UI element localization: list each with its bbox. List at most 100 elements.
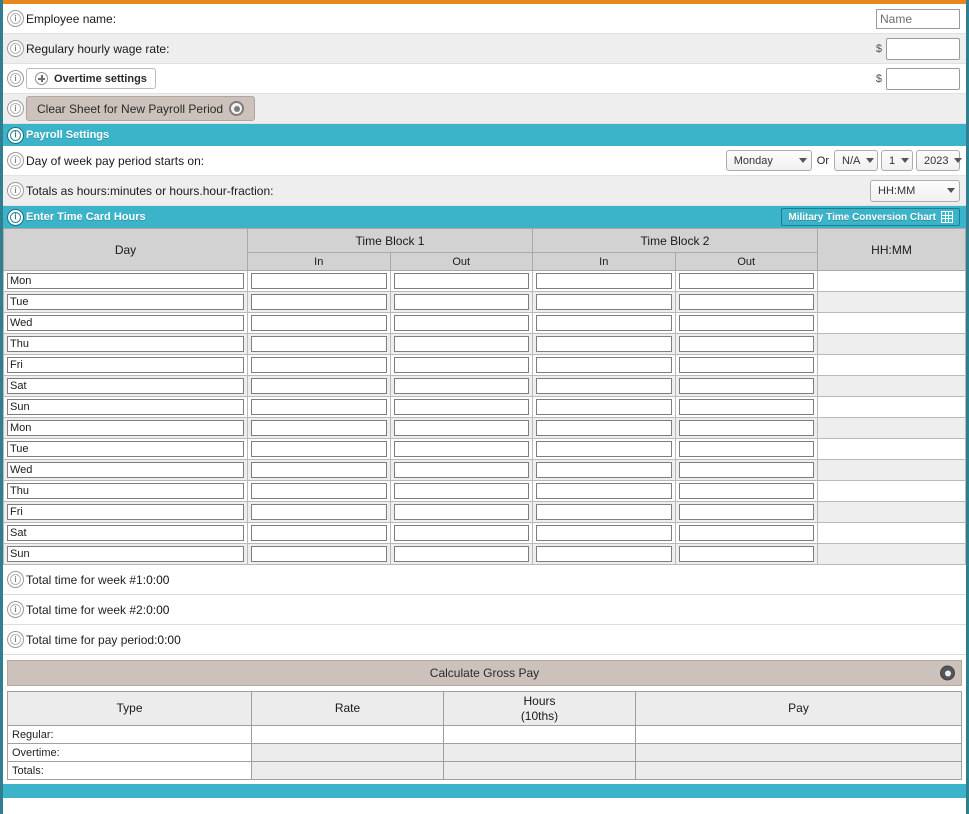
block2-out-input[interactable] — [678, 504, 814, 520]
day-name-input[interactable] — [7, 504, 244, 520]
info-icon[interactable]: i — [7, 152, 24, 169]
block1-out-input[interactable] — [393, 546, 529, 562]
block1-out-input[interactable] — [393, 525, 529, 541]
block1-out-input[interactable] — [393, 378, 529, 394]
block2-out-cell — [674, 501, 818, 523]
year-select[interactable]: 2023 — [916, 150, 963, 171]
block2-in-input[interactable] — [536, 357, 672, 373]
day-name-input[interactable] — [7, 378, 244, 394]
table-row — [3, 459, 966, 481]
block1-in-input[interactable] — [251, 462, 387, 478]
day-name-input[interactable] — [7, 462, 244, 478]
military-time-chart-button[interactable]: Military Time Conversion Chart — [781, 208, 960, 226]
day-name-input[interactable] — [7, 294, 244, 310]
info-icon[interactable]: i — [7, 70, 24, 87]
info-icon[interactable]: i — [7, 10, 24, 27]
block1-in-input[interactable] — [251, 357, 387, 373]
block2-in-input[interactable] — [536, 273, 672, 289]
block1-out-input[interactable] — [393, 504, 529, 520]
block1-out-input[interactable] — [393, 399, 529, 415]
block2-out-input[interactable] — [678, 462, 814, 478]
block2-in-input[interactable] — [536, 315, 672, 331]
table-row — [3, 501, 966, 523]
day-of-week-select[interactable]: Monday — [725, 150, 812, 171]
block2-in-input[interactable] — [536, 504, 672, 520]
block2-in-input[interactable] — [536, 399, 672, 415]
day-select[interactable]: 1 — [881, 150, 913, 171]
block1-in-input[interactable] — [251, 420, 387, 436]
info-icon[interactable]: i — [7, 631, 24, 648]
block1-in-input[interactable] — [251, 378, 387, 394]
payroll-settings-header: i Payroll Settings — [3, 124, 966, 146]
info-icon[interactable]: i — [7, 100, 24, 117]
row-total-hhmm — [817, 291, 966, 313]
block2-in-input[interactable] — [536, 546, 672, 562]
block1-out-input[interactable] — [393, 315, 529, 331]
day-name-input[interactable] — [7, 420, 244, 436]
block1-in-input[interactable] — [251, 525, 387, 541]
block2-in-input[interactable] — [536, 441, 672, 457]
pay-header-pay: Pay — [635, 691, 962, 726]
day-name-input[interactable] — [7, 441, 244, 457]
block2-in-input[interactable] — [536, 525, 672, 541]
block2-out-input[interactable] — [678, 483, 814, 499]
block1-out-input[interactable] — [393, 483, 529, 499]
info-icon[interactable]: i — [7, 182, 24, 199]
block2-in-input[interactable] — [536, 420, 672, 436]
overtime-rate-input[interactable] — [886, 67, 960, 90]
block2-out-input[interactable] — [678, 441, 814, 457]
block1-in-input[interactable] — [251, 483, 387, 499]
info-icon[interactable]: i — [7, 571, 24, 588]
block1-out-input[interactable] — [393, 420, 529, 436]
day-name-input[interactable] — [7, 525, 244, 541]
block1-out-input[interactable] — [393, 357, 529, 373]
block2-out-input[interactable] — [678, 315, 814, 331]
header-block2-out: Out — [674, 252, 818, 271]
block2-in-input[interactable] — [536, 462, 672, 478]
block2-out-input[interactable] — [678, 420, 814, 436]
day-name-input[interactable] — [7, 546, 244, 562]
employee-name-input[interactable] — [876, 8, 960, 29]
block2-in-input[interactable] — [536, 483, 672, 499]
block1-in-input[interactable] — [251, 336, 387, 352]
day-name-input[interactable] — [7, 273, 244, 289]
block1-in-input[interactable] — [251, 441, 387, 457]
info-icon[interactable]: i — [7, 126, 24, 144]
block2-out-input[interactable] — [678, 357, 814, 373]
block1-in-input[interactable] — [251, 273, 387, 289]
info-icon[interactable]: i — [7, 208, 24, 226]
month-select[interactable]: N/A — [834, 150, 878, 171]
day-name-input[interactable] — [7, 399, 244, 415]
block1-out-input[interactable] — [393, 294, 529, 310]
clear-sheet-button[interactable]: Clear Sheet for New Payroll Period — [26, 96, 256, 121]
block1-out-input[interactable] — [393, 462, 529, 478]
block2-in-input[interactable] — [536, 336, 672, 352]
day-name-input[interactable] — [7, 336, 244, 352]
day-name-input[interactable] — [7, 315, 244, 331]
block1-out-input[interactable] — [393, 336, 529, 352]
day-name-input[interactable] — [7, 483, 244, 499]
block2-out-input[interactable] — [678, 336, 814, 352]
info-icon[interactable]: i — [7, 40, 24, 57]
block2-in-input[interactable] — [536, 378, 672, 394]
overtime-settings-button[interactable]: Overtime settings — [26, 68, 156, 89]
block1-in-input[interactable] — [251, 546, 387, 562]
info-icon[interactable]: i — [7, 601, 24, 618]
block2-out-input[interactable] — [678, 294, 814, 310]
block1-in-input[interactable] — [251, 399, 387, 415]
block1-out-input[interactable] — [393, 273, 529, 289]
calculate-gross-pay-button[interactable]: Calculate Gross Pay — [7, 660, 962, 686]
day-name-input[interactable] — [7, 357, 244, 373]
totals-format-select[interactable]: HH:MM — [870, 179, 960, 202]
block2-out-input[interactable] — [678, 546, 814, 562]
block1-out-input[interactable] — [393, 441, 529, 457]
block2-in-input[interactable] — [536, 294, 672, 310]
wage-rate-input[interactable] — [886, 37, 960, 60]
block1-in-input[interactable] — [251, 294, 387, 310]
block2-out-input[interactable] — [678, 525, 814, 541]
block2-out-input[interactable] — [678, 399, 814, 415]
block2-out-input[interactable] — [678, 378, 814, 394]
block2-out-input[interactable] — [678, 273, 814, 289]
block1-in-input[interactable] — [251, 504, 387, 520]
block1-in-input[interactable] — [251, 315, 387, 331]
